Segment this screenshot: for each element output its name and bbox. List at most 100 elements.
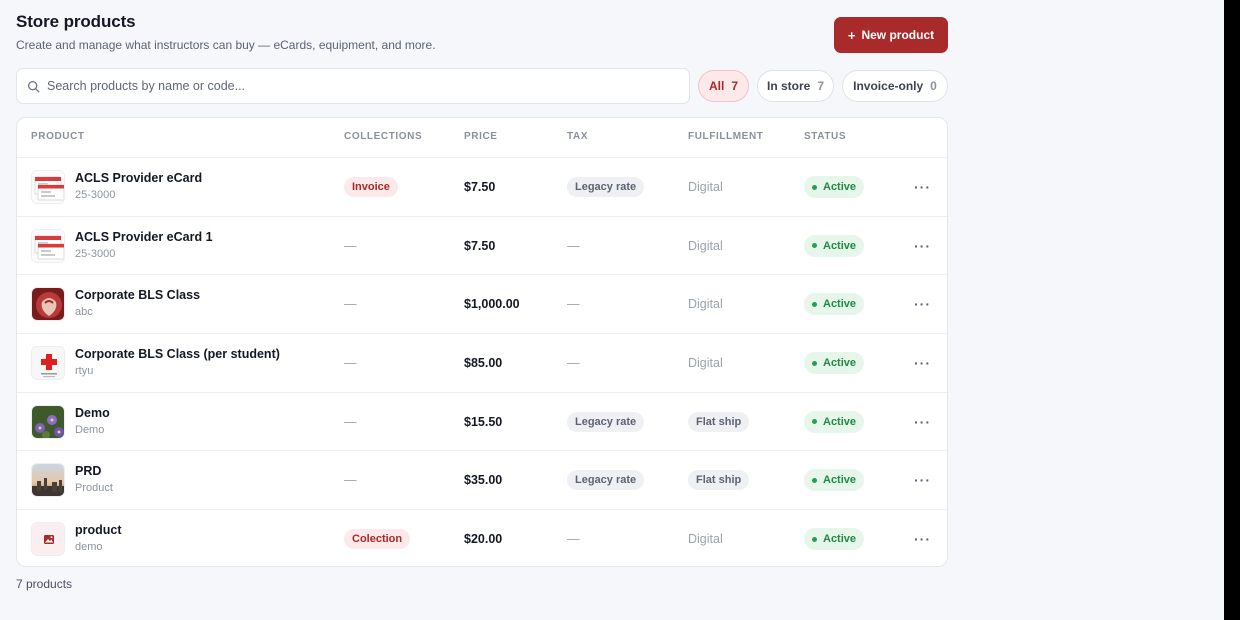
table-body: ACLS Provider eCard 25-3000 Invoice $7.5… (17, 158, 947, 566)
price-cell: $35.00 (464, 451, 502, 509)
product-name[interactable]: Corporate BLS Class (per student) (75, 347, 280, 361)
more-horizontal-icon[interactable]: ··· (914, 472, 931, 488)
dot-icon (812, 184, 817, 190)
table-row[interactable]: ACLS Provider eCard 1 25-3000 — $7.50 — … (17, 217, 947, 276)
filter-label: All (708, 79, 725, 93)
table-row[interactable]: PRD Product — $35.00 Legacy rate Flat sh… (17, 451, 947, 511)
product-price: $35.00 (464, 473, 503, 488)
dot-icon (812, 419, 817, 425)
dot-icon (812, 477, 817, 483)
product-thumbnail (31, 522, 65, 557)
collections-empty: — (344, 356, 357, 371)
collection-badge: Invoice (344, 177, 398, 197)
product-code: rtyu (75, 365, 94, 378)
tax-empty: — (567, 356, 580, 371)
table-row[interactable]: Corporate BLS Class (per student) rtyu —… (17, 334, 947, 393)
row-actions-cell: ··· (914, 217, 931, 275)
column-header-collections[interactable]: COLLECTIONS (344, 131, 422, 142)
status-cell: Active (804, 275, 865, 333)
status-label: Active (823, 357, 857, 370)
product-name[interactable]: PRD (75, 464, 101, 478)
collections-empty: — (344, 414, 357, 429)
row-actions-cell: ··· (914, 275, 931, 333)
more-horizontal-icon[interactable]: ··· (914, 238, 931, 254)
column-header-product[interactable]: PRODUCT (31, 131, 85, 142)
status-badge: Active (804, 234, 865, 257)
product-price: $7.50 (464, 238, 496, 253)
status-label: Active (823, 474, 857, 487)
window-edge (1224, 0, 1240, 620)
more-horizontal-icon[interactable]: ··· (914, 414, 931, 430)
product-thumbnail (31, 346, 65, 381)
column-header-fulfillment[interactable]: FULFILLMENT (688, 131, 763, 142)
product-count: 7 products (16, 577, 73, 591)
price-cell: $7.50 (464, 158, 495, 216)
status-cell: Active (804, 158, 865, 216)
product-name[interactable]: ACLS Provider eCard 1 (75, 230, 213, 244)
status-cell: Active (804, 334, 865, 392)
tax-cell: Legacy rate (567, 158, 645, 216)
table-header: PRODUCT COLLECTIONS PRICE TAX FULFILLMEN… (17, 118, 947, 158)
tax-cell: — (567, 275, 580, 333)
status-label: Active (823, 181, 857, 193)
fulfillment-cell: Digital (688, 275, 723, 333)
plus-icon: + (847, 27, 856, 43)
status-cell: Active (804, 217, 865, 275)
collections-empty: — (344, 473, 357, 488)
status-badge: Active (804, 410, 865, 433)
product-name[interactable]: Corporate BLS Class (75, 288, 200, 302)
tax-badge: Legacy rate (567, 177, 645, 197)
column-header-tax[interactable]: TAX (567, 131, 588, 142)
product-code: 25-3000 (75, 189, 116, 201)
status-badge: Active (804, 352, 865, 375)
product-name[interactable]: ACLS Provider eCard (75, 171, 202, 185)
tax-cell: Legacy rate (567, 451, 645, 509)
store-products-page: Store products Create and manage what in… (16, 0, 948, 591)
fulfillment-badge: Flat ship (688, 411, 750, 432)
collections-cell: — (344, 451, 357, 509)
status-cell: Active (804, 393, 865, 451)
page-subtitle: Create and manage what instructors can b… (16, 38, 436, 52)
more-horizontal-icon[interactable]: ··· (914, 531, 931, 547)
more-horizontal-icon[interactable]: ··· (914, 355, 931, 371)
tax-cell: — (567, 334, 580, 392)
collections-empty: — (344, 297, 357, 312)
tax-cell: Legacy rate (567, 393, 645, 451)
more-horizontal-icon[interactable]: ··· (914, 296, 931, 312)
more-horizontal-icon[interactable]: ··· (914, 179, 931, 195)
status-label: Active (823, 415, 857, 428)
fulfillment-text: Digital (688, 297, 723, 312)
table-row[interactable]: Corporate BLS Class abc — $1,000.00 — Di… (17, 275, 947, 335)
status-cell: Active (804, 510, 865, 566)
status-badge: Active (804, 469, 865, 492)
row-actions-cell: ··· (914, 393, 931, 451)
page-title: Store products (16, 12, 136, 31)
search-box[interactable] (16, 68, 690, 104)
filter-chip-all[interactable]: All 7 (698, 70, 749, 102)
table-row[interactable]: ACLS Provider eCard 25-3000 Invoice $7.5… (17, 158, 947, 217)
collections-cell: — (344, 217, 357, 275)
product-name[interactable]: Demo (75, 406, 110, 420)
new-product-button[interactable]: + New product (834, 17, 948, 53)
column-header-status[interactable]: STATUS (804, 131, 846, 142)
status-badge: Active (804, 176, 865, 198)
column-header-price[interactable]: PRICE (464, 131, 498, 142)
row-actions-cell: ··· (914, 451, 931, 509)
collection-badge: Colection (344, 529, 411, 550)
search-input[interactable] (47, 79, 647, 93)
dot-icon (812, 360, 817, 366)
status-label: Active (823, 239, 857, 252)
product-code: Product (75, 482, 113, 495)
fulfillment-text: Digital (688, 532, 723, 547)
new-product-label: New product (861, 28, 935, 42)
filter-chip-in-store[interactable]: In store 7 (757, 70, 834, 102)
product-name[interactable]: product (75, 523, 122, 537)
collections-cell: Invoice (344, 158, 398, 216)
products-table: PRODUCT COLLECTIONS PRICE TAX FULFILLMEN… (16, 117, 948, 567)
filter-chip-invoice-only[interactable]: Invoice-only 0 (842, 70, 948, 102)
table-row[interactable]: Demo Demo — $15.50 Legacy rate Flat ship… (17, 393, 947, 452)
collections-cell: Colection (344, 510, 411, 566)
collections-cell: — (344, 393, 357, 451)
table-row[interactable]: product demo Colection $20.00 — Digital … (17, 510, 947, 566)
toolbar: All 7 In store 7 Invoice-only 0 (16, 68, 948, 104)
